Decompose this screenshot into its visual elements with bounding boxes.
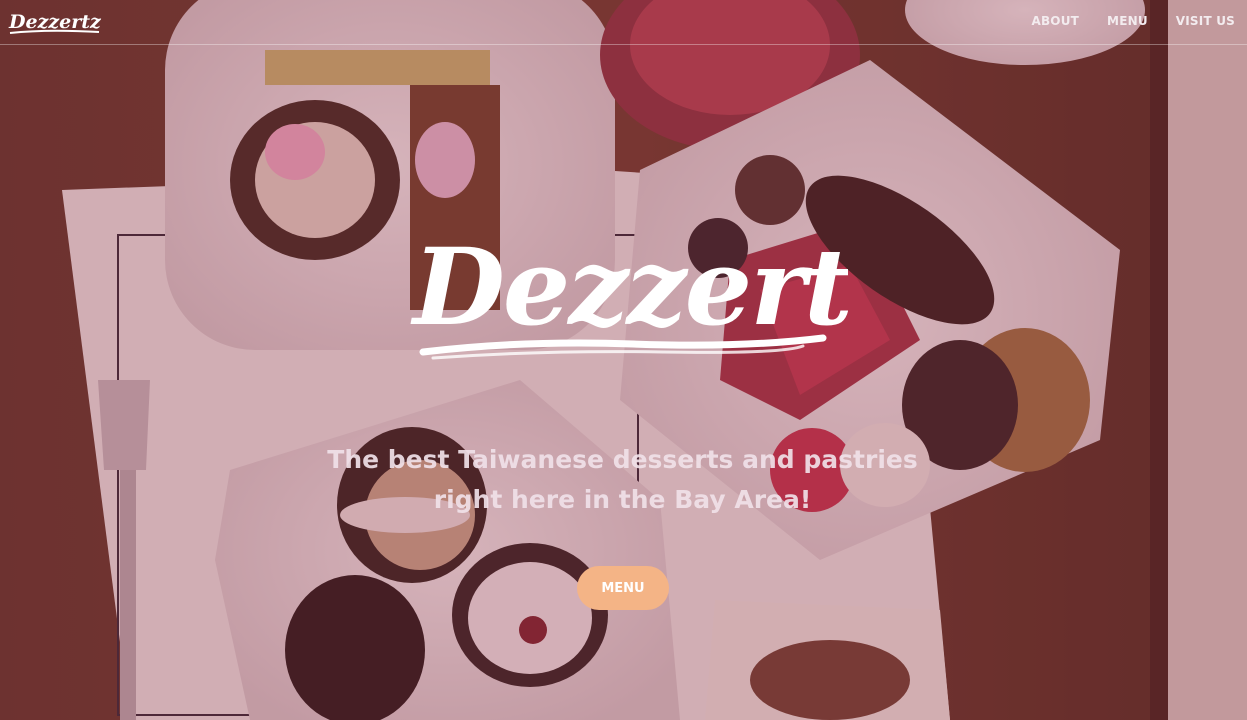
hero-section: Dezzertz ABOUT MENU VISIT US Dezzertz Th…	[0, 0, 1247, 720]
hero-tagline: The best Taiwanese desserts and pastries…	[300, 440, 945, 520]
nav-about-link[interactable]: ABOUT	[1031, 14, 1079, 28]
hero-tagline-line-2: right here in the Bay Area!	[433, 485, 812, 514]
hero-menu-button[interactable]: MENU	[577, 566, 669, 610]
brand-logo[interactable]: Dezzertz	[7, 2, 107, 42]
nav-links: ABOUT MENU VISIT US	[1003, 14, 1235, 28]
hero-logo-text: Dezzertz	[410, 224, 848, 349]
hero-logo-mark: Dezzertz	[410, 224, 915, 360]
hero-logo: Dezzertz	[403, 212, 915, 370]
nav-menu-link[interactable]: MENU	[1107, 14, 1148, 28]
top-navigation: Dezzertz ABOUT MENU VISIT US	[0, 0, 1247, 45]
nav-visit-us-link[interactable]: VISIT US	[1176, 14, 1235, 28]
brand-logo-text: Dezzertz	[8, 11, 102, 33]
hero-tagline-line-1: The best Taiwanese desserts and pastries	[327, 445, 918, 474]
brand-logo-mark: Dezzertz	[8, 11, 102, 34]
